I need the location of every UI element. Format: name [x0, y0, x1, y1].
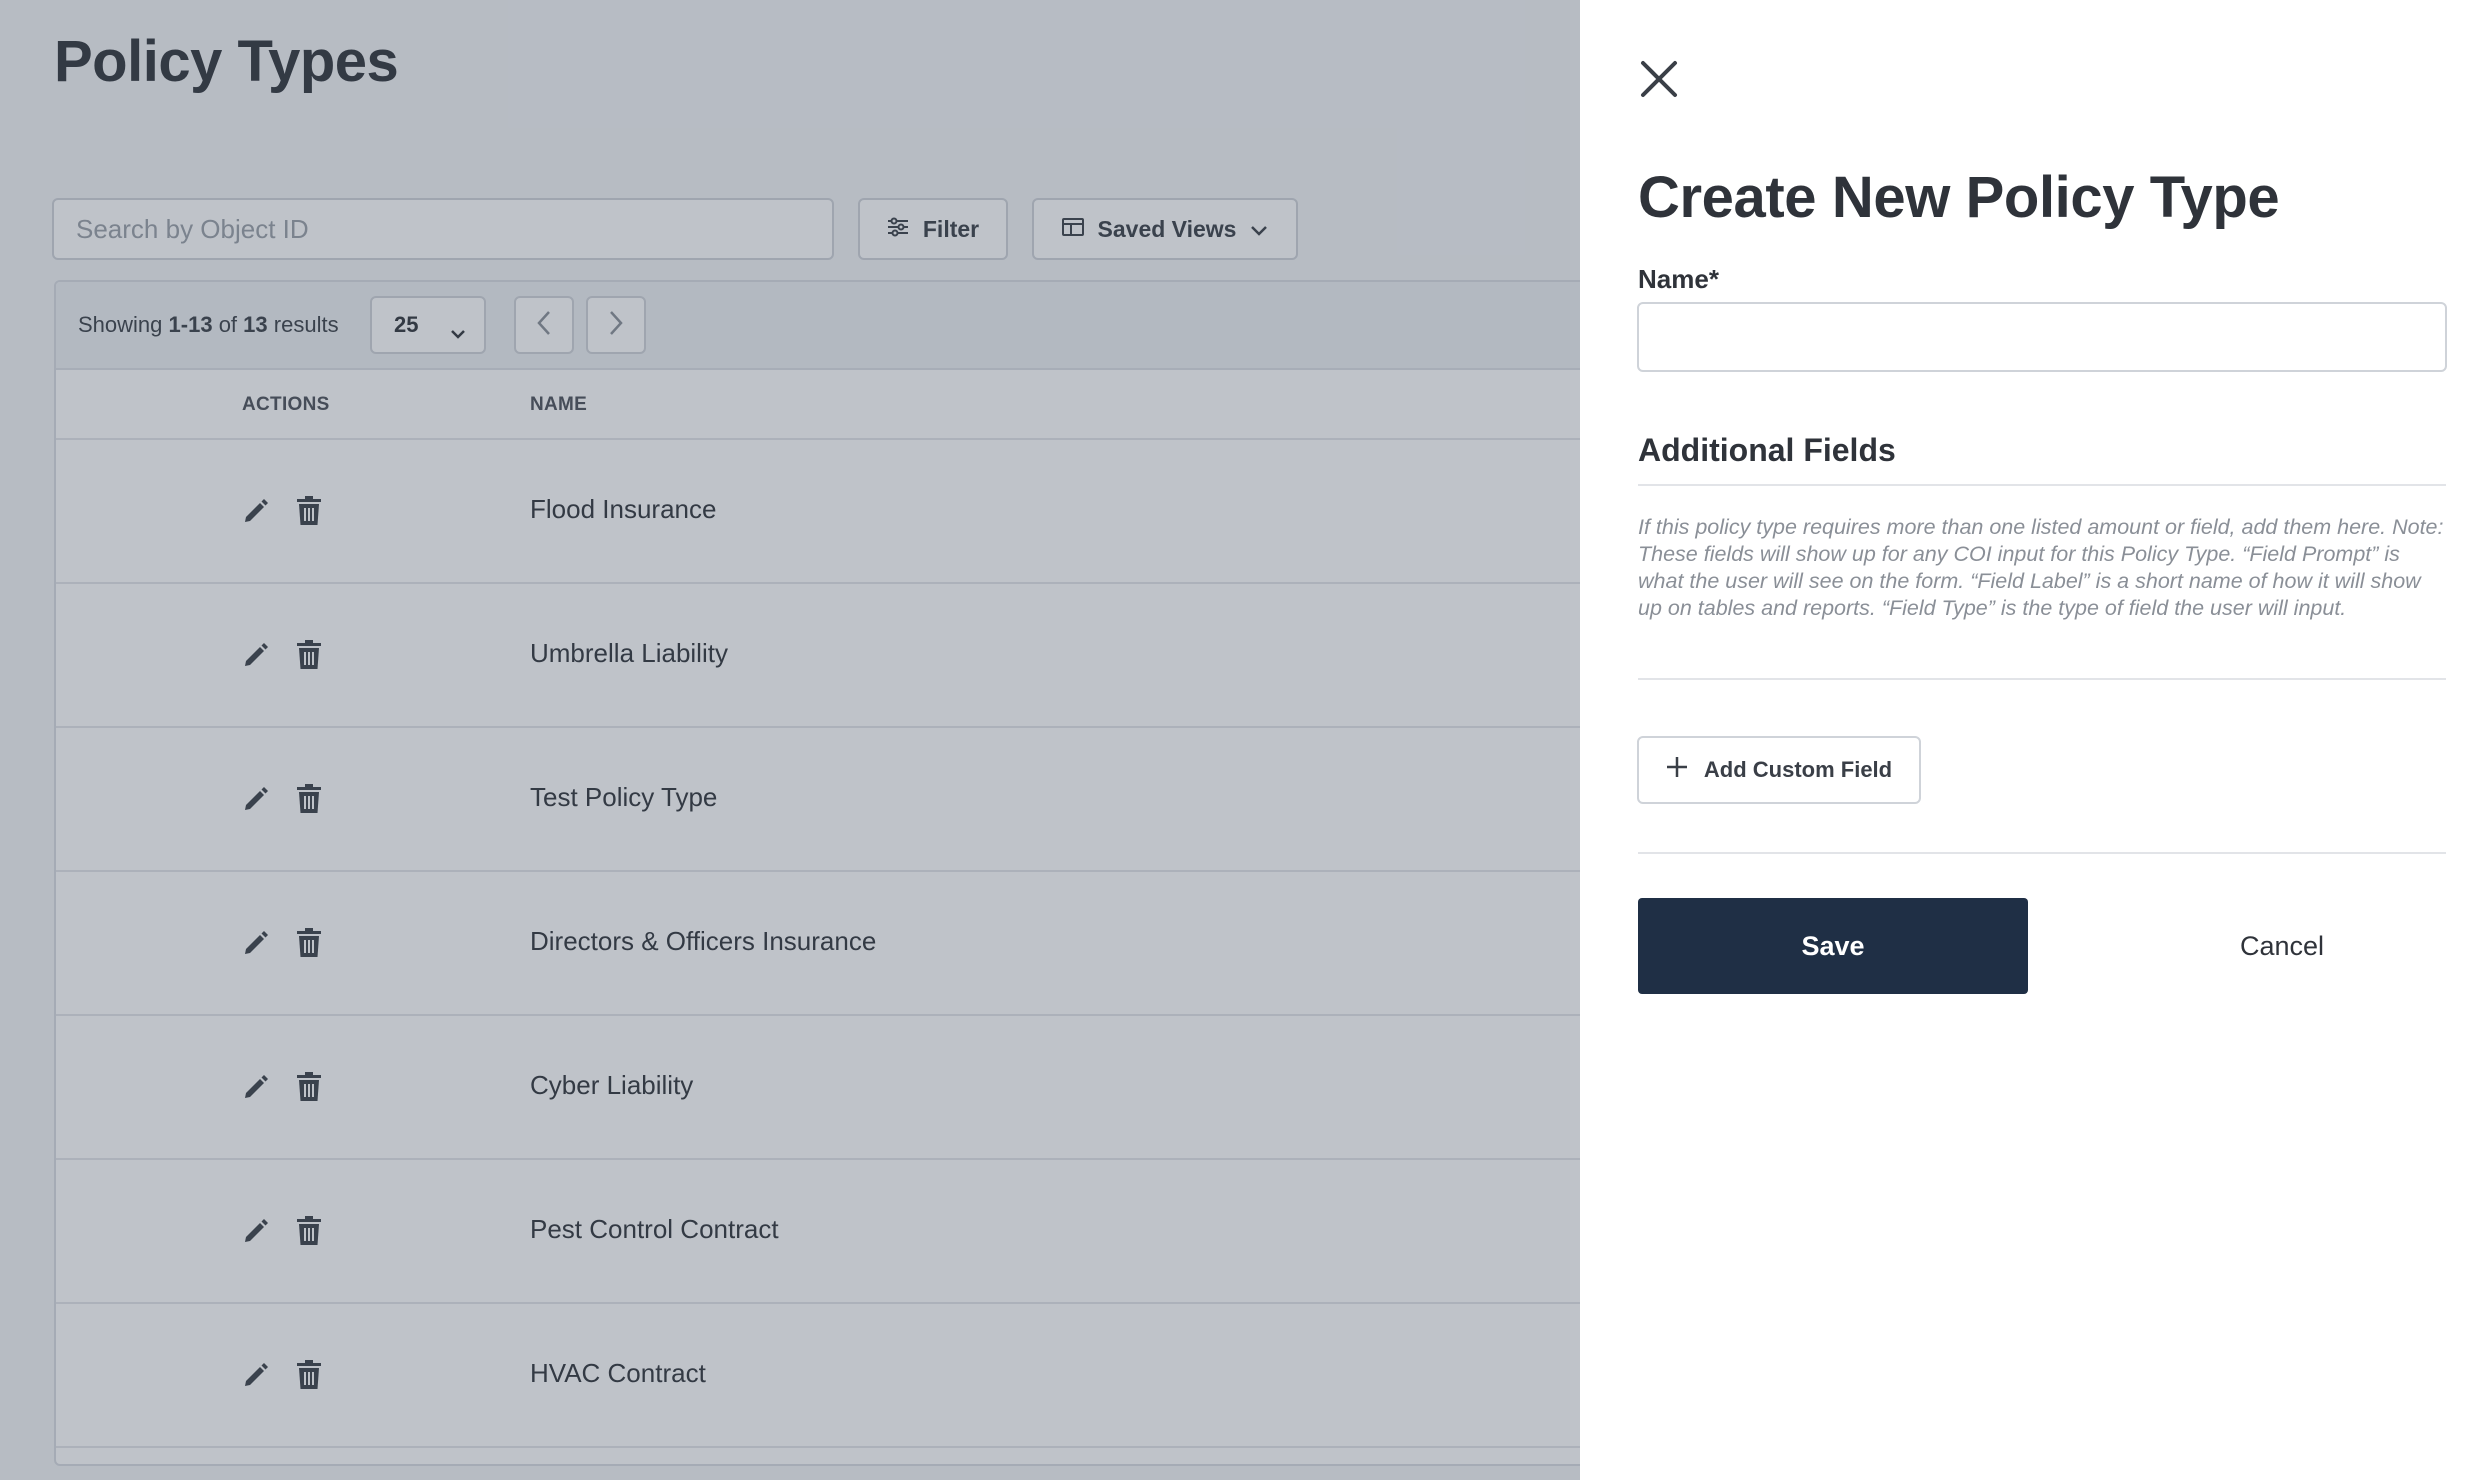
cancel-button[interactable]: Cancel	[2182, 898, 2382, 994]
save-button[interactable]: Save	[1638, 898, 2028, 994]
divider	[1638, 678, 2446, 680]
create-policy-type-drawer: Create New Policy Type Name* Additional …	[1580, 0, 2466, 1480]
drawer-title: Create New Policy Type	[1638, 165, 2280, 230]
divider	[1638, 852, 2446, 854]
modal-overlay[interactable]	[0, 0, 1580, 1480]
close-button[interactable]	[1636, 58, 1682, 104]
add-custom-field-label: Add Custom Field	[1703, 757, 1893, 782]
additional-fields-description: If this policy type requires more than o…	[1638, 515, 2444, 620]
divider	[1638, 484, 2446, 486]
additional-fields-title: Additional Fields	[1638, 432, 1896, 468]
plus-icon	[1666, 756, 1688, 784]
add-custom-field-button[interactable]: Add Custom Field	[1637, 736, 1921, 804]
name-label: Name*	[1638, 264, 1719, 294]
name-input[interactable]	[1637, 302, 2447, 372]
close-icon	[1639, 59, 1679, 104]
